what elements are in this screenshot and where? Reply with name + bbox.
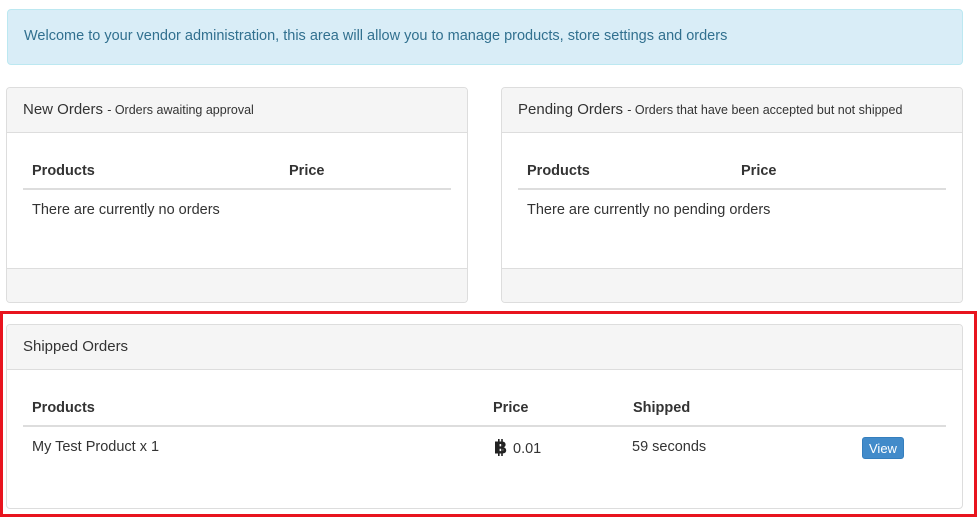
shipped-orders-panel: Shipped Orders Products Price Shipped My… [6,324,963,509]
view-order-button[interactable]: View [862,437,904,459]
new-orders-title: New Orders [23,101,104,118]
table-row-empty: There are currently no orders [23,190,451,230]
new-orders-table: Products Price There are currently no or… [23,154,451,230]
order-shipped-time: 59 seconds [632,439,707,455]
shipped-orders-title: Shipped Orders [23,338,129,355]
table-row-empty: There are currently no pending orders [518,190,946,230]
empty-pending-message: There are currently no pending orders [527,202,771,218]
order-price: 0.01 [494,439,541,457]
pending-orders-heading: Pending Orders - Orders that have been a… [502,88,962,133]
new-orders-panel: New Orders - Orders awaiting approval Pr… [6,87,468,303]
new-orders-heading: New Orders - Orders awaiting approval [7,88,467,133]
column-header-products: Products [527,163,590,179]
table-row: My Test Product x 1 0.01 59 seconds View [23,427,946,467]
table-header-row: Products Price [23,154,451,190]
new-orders-footer [7,268,467,302]
table-header-row: Products Price [518,154,946,190]
welcome-alert-text: Welcome to your vendor administration, t… [24,28,728,44]
bitcoin-icon [495,439,507,456]
empty-orders-message: There are currently no orders [32,202,220,218]
new-orders-subtitle: - Orders awaiting approval [107,103,254,117]
pending-orders-table: Products Price There are currently no pe… [518,154,946,230]
pending-orders-panel: Pending Orders - Orders that have been a… [501,87,963,303]
column-header-products: Products [32,163,95,179]
column-header-price: Price [741,163,777,179]
vendor-admin-page: Welcome to your vendor administration, t… [0,0,977,518]
shipped-orders-heading: Shipped Orders [7,325,962,370]
shipped-orders-table: Products Price Shipped My Test Product x… [23,391,946,467]
column-header-products: Products [32,400,95,416]
column-header-shipped: Shipped [633,400,691,416]
table-header-row: Products Price Shipped [23,391,946,427]
column-header-price: Price [289,163,325,179]
order-price-value: 0.01 [513,441,542,457]
welcome-alert: Welcome to your vendor administration, t… [7,9,963,65]
pending-orders-footer [502,268,962,302]
pending-orders-title: Pending Orders [518,101,624,118]
pending-orders-subtitle: - Orders that have been accepted but not… [627,103,903,117]
column-header-price: Price [493,400,529,416]
order-product-name: My Test Product x 1 [32,439,160,455]
